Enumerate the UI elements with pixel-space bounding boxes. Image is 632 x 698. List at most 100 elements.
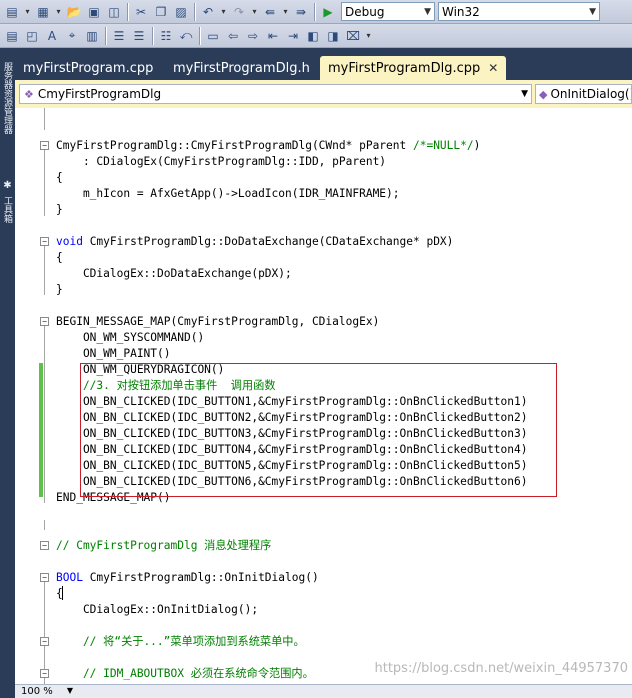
code-line-dde-signature: void CmyFirstProgramDlg::DoDataExchange(… (56, 234, 453, 250)
save-all-icon[interactable]: ◫ (105, 3, 123, 21)
code-text: ) (473, 139, 481, 152)
tab-myfirstprogramdlg-cpp[interactable]: myFirstProgramDlg.cpp ✕ (320, 56, 507, 80)
solution-platform-select[interactable]: Win32 ▼ (438, 2, 600, 21)
next-bookmark-in-document-icon[interactable]: ◨ (324, 27, 342, 45)
collapse-toggle-icon[interactable]: − (40, 237, 49, 246)
uncomment-icon[interactable]: ⤺ (177, 27, 195, 45)
code-line-handler-comment: // CmyFirstProgramDlg 消息处理程序 (56, 539, 272, 552)
solution-configuration-value: Debug (345, 4, 385, 19)
add-item-dropdown-icon[interactable]: ▾ (54, 3, 63, 21)
code-line-brace-close: } (56, 203, 63, 216)
changed-lines-marker (39, 363, 43, 497)
next-bookmark-icon[interactable]: ⇨ (244, 27, 262, 45)
chevron-down-icon: ▼ (589, 6, 596, 17)
watermark: https://blog.csdn.net/weixin_44957370 (374, 661, 628, 676)
collapse-toggle-icon[interactable]: − (40, 637, 49, 646)
collapse-toggle-icon[interactable]: − (40, 573, 49, 582)
undo-icon[interactable]: ↶ (199, 3, 217, 21)
code-text: CmyFirstProgramDlg::DoDataExchange(CData… (82, 235, 454, 248)
undo-dropdown-icon[interactable]: ▾ (219, 3, 228, 21)
paste-icon[interactable]: ▨ (172, 3, 190, 21)
toolbar-separator (199, 26, 200, 45)
toggle-bookmark-icon[interactable]: ▭ (204, 27, 222, 45)
next-bookmark-in-folder-icon[interactable]: ⇥ (284, 27, 302, 45)
redo-dropdown-icon[interactable]: ▾ (250, 3, 259, 21)
navigation-bar: ❖ CmyFirstProgramDlg ▼ ◆ OnInitDialog() (15, 80, 632, 108)
outline-line (44, 108, 45, 130)
code-line-syscommand: ON_WM_SYSCOMMAND() (56, 331, 205, 344)
code-line-init-signature: BOOL CmyFirstProgramDlg::OnInitDialog() (56, 570, 319, 586)
annotation-highlight-box (80, 363, 557, 497)
new-project-dropdown-icon[interactable]: ▾ (23, 3, 32, 21)
toolbar-options-icon[interactable]: ▾ (364, 27, 373, 45)
complete-word-icon[interactable]: ▥ (83, 27, 101, 45)
outline-line (44, 520, 45, 530)
previous-bookmark-in-document-icon[interactable]: ◧ (304, 27, 322, 45)
navigate-dropdown-icon[interactable]: ▾ (281, 3, 290, 21)
member-select[interactable]: ◆ OnInitDialog() (535, 84, 632, 104)
collapse-toggle-icon[interactable]: − (40, 669, 49, 678)
comment-out-icon[interactable]: ☷ (157, 27, 175, 45)
new-project-icon[interactable]: ▤ (3, 3, 21, 21)
previous-bookmark-icon[interactable]: ⇦ (224, 27, 242, 45)
code-editor[interactable]: − − − − − − − CmyFirstProgramDlg::CmyFir… (15, 108, 632, 684)
code-text: CmyFirstProgramDlg::OnInitDialog() (82, 571, 319, 584)
solution-platform-value: Win32 (442, 4, 480, 19)
tab-label: myFirstProgramDlg.h (173, 60, 310, 76)
class-select[interactable]: ❖ CmyFirstProgramDlg ▼ (19, 84, 532, 104)
tab-label: myFirstProgram.cpp (23, 60, 154, 76)
member-list-icon[interactable]: ▤ (3, 27, 21, 45)
code-keyword: void (56, 235, 83, 248)
server-explorer-tab[interactable]: 服务器资源管理器 (1, 62, 13, 134)
outline-line (44, 148, 45, 216)
collapse-toggle-icon[interactable]: − (40, 141, 49, 150)
tab-myfirstprogram-cpp[interactable]: myFirstProgram.cpp (15, 56, 161, 80)
toolbar-separator (105, 26, 106, 45)
decrease-indent-icon[interactable]: ☰ (110, 27, 128, 45)
code-line-begin-message-map: BEGIN_MESSAGE_MAP(CmyFirstProgramDlg, CD… (56, 315, 380, 328)
cut-icon[interactable]: ✂ (132, 3, 150, 21)
quick-info-icon[interactable]: A (43, 27, 61, 45)
code-line-brace-open: { (56, 171, 63, 184)
add-item-icon[interactable]: ▦ (34, 3, 52, 21)
indicator-margin (15, 108, 37, 684)
class-icon: ❖ (24, 87, 34, 101)
zoom-value: 100 % (21, 686, 53, 697)
clear-bookmarks-icon[interactable]: ⌧ (344, 27, 362, 45)
toolbox-tab[interactable]: 工具箱 (1, 196, 13, 223)
outline-line (44, 323, 45, 503)
code-line-load-icon: m_hIcon = AfxGetApp()->LoadIcon(IDR_MAIN… (56, 187, 400, 200)
save-icon[interactable]: ▣ (85, 3, 103, 21)
collapse-toggle-icon[interactable]: − (40, 317, 49, 326)
code-line-init-base: CDialogEx::OnInitDialog(); (56, 603, 259, 616)
collapse-toggle-icon[interactable]: − (40, 541, 49, 550)
zoom-select[interactable]: 100 % ▼ (21, 686, 73, 697)
method-icon: ◆ (539, 87, 548, 101)
navigate-backward-icon[interactable]: ⇚ (261, 3, 279, 21)
toolbar-separator (152, 26, 153, 45)
increase-indent-icon[interactable]: ☰ (130, 27, 148, 45)
text-editor-toolbar: ▤ ◰ A ⌖ ▥ ☰ ☰ ☷ ⤺ ▭ ⇦ ⇨ ⇤ ⇥ ◧ ◨ ⌧ ▾ (0, 24, 632, 48)
document-tab-strip: myFirstProgram.cpp myFirstProgramDlg.h m… (15, 48, 632, 80)
class-select-value: CmyFirstProgramDlg (37, 87, 162, 101)
navigate-forward-icon[interactable]: ⇛ (292, 3, 310, 21)
parameter-info-icon[interactable]: ◰ (23, 27, 41, 45)
solution-configuration-select[interactable]: Debug ▼ (341, 2, 435, 21)
code-line-ctor-signature: CmyFirstProgramDlg::CmyFirstProgramDlg(C… (56, 138, 480, 154)
copy-icon[interactable]: ❐ (152, 3, 170, 21)
open-file-icon[interactable]: 📂 (65, 3, 83, 21)
display-word-completion-icon[interactable]: ⌖ (63, 27, 81, 45)
left-dock-strip: 服务器资源管理器 ✱ 工具箱 (0, 48, 15, 698)
tab-myfirstprogramdlg-h[interactable]: myFirstProgramDlg.h (165, 56, 318, 80)
toolbar-separator (127, 2, 128, 21)
code-line-idm-comment: // IDM_ABOUTBOX 必须在系统命令范围内。 (56, 667, 314, 680)
chevron-down-icon: ▼ (424, 6, 431, 17)
close-icon[interactable]: ✕ (488, 61, 498, 75)
text-caret (62, 586, 63, 600)
redo-icon[interactable]: ↷ (230, 3, 248, 21)
code-line-paint: ON_WM_PAINT() (56, 347, 171, 360)
start-debugging-icon[interactable]: ▶ (319, 3, 337, 21)
code-line-brace-open: { (56, 251, 63, 264)
chevron-down-icon: ▼ (521, 89, 528, 99)
previous-bookmark-in-folder-icon[interactable]: ⇤ (264, 27, 282, 45)
